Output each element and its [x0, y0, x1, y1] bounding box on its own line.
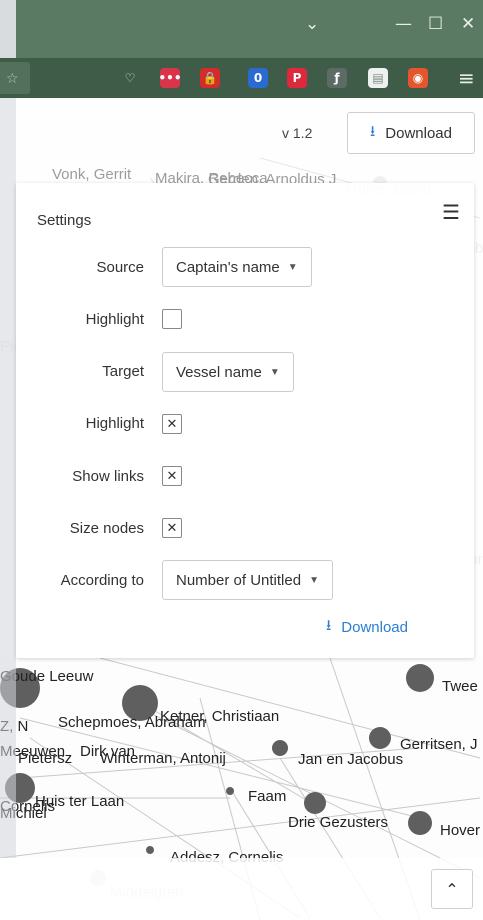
graph-node[interactable] [406, 664, 434, 692]
graph-node-label[interactable]: Jan en Jacobus [298, 751, 403, 768]
target-highlight-checkbox[interactable]: ✕ [162, 414, 182, 434]
graph-node[interactable] [408, 811, 432, 835]
graph-node[interactable] [304, 792, 326, 814]
according-to-select-value: Number of Untitled [176, 571, 302, 589]
left-sidebar-strip [0, 98, 16, 858]
pinterest-icon[interactable]: P [287, 68, 307, 88]
close-icon[interactable]: ✕ [461, 14, 475, 34]
browser-titlebar: ⌄ — ☐ ✕ [0, 0, 483, 58]
target-select[interactable]: Vessel name ▼ [162, 352, 294, 392]
version-label: v 1.2 [282, 125, 313, 141]
target-highlight-label: Highlight [85, 415, 144, 432]
chevron-down-icon: ▼ [269, 366, 280, 378]
chevron-up-icon: ⌃ [445, 879, 459, 899]
source-highlight-label: Highlight [85, 311, 144, 328]
size-nodes-label: Size nodes [69, 520, 144, 537]
settings-download-link[interactable]: ⭳ Download [326, 615, 408, 640]
size-nodes-checkbox[interactable]: ✕ [162, 518, 182, 538]
duckduckgo-icon[interactable]: ◉ [408, 68, 428, 88]
browser-menu-icon[interactable]: ≡ [458, 66, 475, 90]
settings-panel: Settings ☰ Source Captain's name ▼ Highl… [16, 183, 474, 658]
according-to-label: According to [60, 572, 144, 589]
source-select-value: Captain's name [176, 258, 280, 276]
graph-node[interactable] [272, 740, 288, 756]
chevron-down-icon: ▼ [309, 574, 319, 586]
graph-node-label[interactable]: Dirk van [80, 743, 135, 760]
show-links-label: Show links [72, 468, 144, 485]
download-button[interactable]: ⭳ Download [347, 112, 475, 154]
target-select-value: Vessel name [176, 363, 262, 381]
lock-extension-icon[interactable]: 🔒 [200, 68, 220, 88]
scroll-to-top-button[interactable]: ⌃ [431, 869, 473, 909]
show-links-checkbox[interactable]: ✕ [162, 466, 182, 486]
download-button-label: Download [385, 124, 452, 142]
according-to-select[interactable]: Number of Untitled ▼ [162, 560, 333, 600]
target-label: Target [102, 363, 144, 380]
bookmark-star-icon[interactable]: ☆ [6, 71, 19, 87]
graph-node-label[interactable]: Twee [442, 678, 478, 695]
graph-node-label[interactable]: Drie Gezusters [288, 814, 388, 831]
script-extension-icon[interactable]: ƒ [327, 68, 347, 88]
document-extension-icon[interactable]: ▤ [368, 68, 388, 88]
graph-node-label[interactable]: Hover [440, 822, 480, 839]
counter-extension-icon[interactable]: ••• [159, 68, 182, 88]
minimize-icon[interactable]: — [395, 14, 412, 34]
pocket-icon[interactable]: ♡ [120, 68, 140, 88]
window-edge [0, 0, 16, 58]
source-select[interactable]: Captain's name ▼ [162, 247, 312, 287]
tabs-dropdown-icon[interactable]: ⌄ [305, 14, 319, 34]
bottom-overlay [0, 858, 483, 920]
source-highlight-checkbox[interactable] [162, 309, 182, 329]
settings-download-label: Download [341, 619, 408, 636]
source-label: Source [96, 259, 144, 276]
chevron-down-icon: ▼ [287, 261, 298, 273]
badge-extension-icon[interactable]: 0 [248, 68, 268, 88]
graph-node-label[interactable]: Faam [248, 788, 286, 805]
download-icon: ⭳ [326, 617, 332, 634]
graph-node[interactable] [226, 787, 234, 795]
hamburger-menu-icon[interactable]: ☰ [442, 200, 460, 225]
graph-node-label[interactable]: Ketner, Christiaan [160, 708, 279, 725]
graph-node[interactable] [146, 846, 154, 854]
maximize-icon[interactable]: ☐ [428, 14, 443, 34]
settings-title: Settings [37, 212, 92, 229]
graph-node-label[interactable]: Gerritsen, J [400, 736, 478, 753]
address-bar[interactable]: ☆ [0, 62, 30, 94]
download-icon: ⭳ [370, 122, 376, 140]
graph-node[interactable] [369, 727, 391, 749]
